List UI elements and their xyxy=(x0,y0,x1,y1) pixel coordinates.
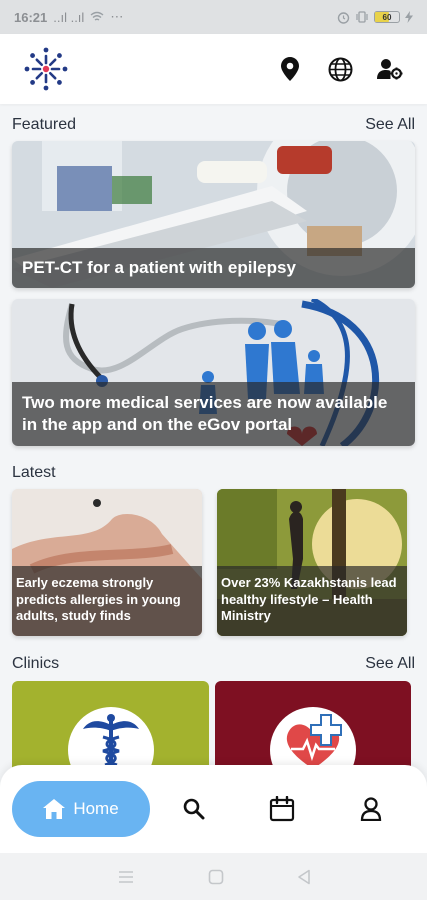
charging-icon xyxy=(405,11,413,23)
user-gear-icon xyxy=(377,59,403,80)
heart-cross-icon xyxy=(286,714,342,769)
status-bar: 16:21 ..ıl ..ıl ⋯ 60 xyxy=(0,0,427,34)
alarm-icon xyxy=(337,11,350,24)
latest-card-caption: Early eczema strongly predicts allergies… xyxy=(12,566,202,636)
map-pin-icon xyxy=(281,57,299,81)
latest-section-header: Latest xyxy=(12,464,415,482)
featured-card-medical-services[interactable]: Two more medical services are now availa… xyxy=(12,299,415,446)
featured-card-caption: Two more medical services are now availa… xyxy=(12,382,415,446)
home-icon xyxy=(43,799,66,819)
profile-icon xyxy=(360,797,381,821)
featured-section-header: Featured See All xyxy=(12,116,415,134)
latest-card-eczema[interactable]: Early eczema strongly predicts allergies… xyxy=(12,489,202,636)
status-time: 16:21 xyxy=(14,9,48,25)
back-icon[interactable] xyxy=(297,869,311,885)
clinics-title: Clinics xyxy=(12,655,60,672)
latest-card-caption: Over 23% Kazakhstanis lead healthy lifes… xyxy=(217,566,407,636)
system-navigation-bar xyxy=(0,853,427,900)
wifi-icon xyxy=(90,11,104,21)
featured-title: Featured xyxy=(12,116,77,133)
latest-card-healthy-lifestyle[interactable]: Over 23% Kazakhstanis lead healthy lifes… xyxy=(217,489,407,636)
featured-card-caption: PET-CT for a patient with epilepsy xyxy=(12,248,415,288)
battery-indicator: 60 xyxy=(374,11,400,23)
nav-search-button[interactable] xyxy=(150,781,238,837)
clinics-section-header: Clinics See All xyxy=(12,655,415,673)
home-square-icon[interactable] xyxy=(208,869,224,885)
latest-title: Latest xyxy=(12,464,56,481)
search-icon xyxy=(183,798,205,820)
nav-home-button[interactable]: Home xyxy=(12,781,150,837)
vibrate-icon xyxy=(356,11,368,23)
caduceus-icon xyxy=(82,714,139,769)
nav-profile-button[interactable] xyxy=(327,781,415,837)
signal-icon: ..ıl ..ıl xyxy=(53,9,85,25)
app-header xyxy=(0,34,427,104)
featured-card-petct[interactable]: PET-CT for a patient with epilepsy xyxy=(12,141,415,288)
battery-level: 60 xyxy=(382,12,392,22)
nav-calendar-button[interactable] xyxy=(238,781,326,837)
account-settings-button[interactable] xyxy=(375,54,405,84)
featured-see-all-link[interactable]: See All xyxy=(365,116,415,134)
globe-icon xyxy=(328,57,352,81)
status-extra-icon: ⋯ xyxy=(110,9,124,24)
recents-icon[interactable] xyxy=(117,870,135,884)
clinics-see-all-link[interactable]: See All xyxy=(365,655,415,673)
calendar-icon xyxy=(270,796,295,822)
language-button[interactable] xyxy=(325,54,355,84)
bottom-navigation: Home xyxy=(0,765,427,853)
nav-home-label: Home xyxy=(73,799,119,818)
brand-flower-logo-icon[interactable] xyxy=(22,45,70,93)
location-button[interactable] xyxy=(275,54,305,84)
